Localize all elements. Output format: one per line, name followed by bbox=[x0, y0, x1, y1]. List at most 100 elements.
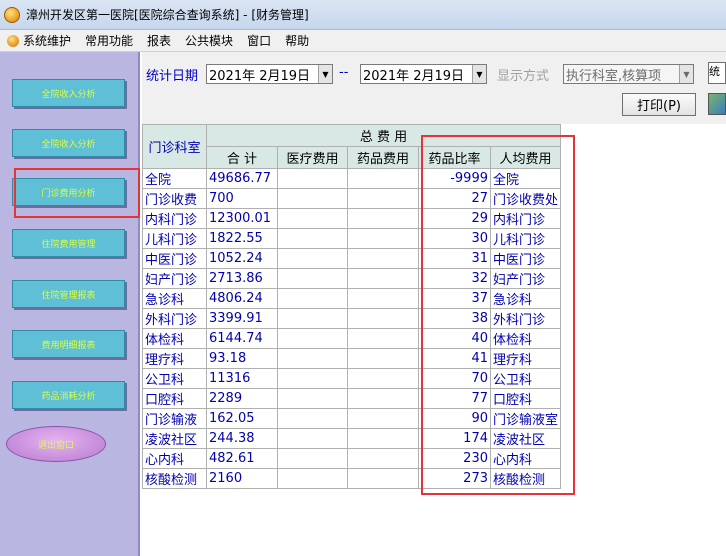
medical-cell[interactable] bbox=[277, 428, 348, 449]
medical-cell[interactable] bbox=[277, 388, 348, 409]
total-cell[interactable]: 1822.55 bbox=[206, 228, 278, 249]
medical-cell[interactable] bbox=[277, 268, 348, 289]
drug-cell[interactable] bbox=[347, 368, 419, 389]
dept-cell[interactable]: 核酸检测 bbox=[142, 468, 207, 489]
medical-cell[interactable] bbox=[277, 188, 348, 209]
dept-cell[interactable]: 中医门诊 bbox=[142, 248, 207, 269]
medical-cell[interactable] bbox=[277, 288, 348, 309]
sidebar-button-1[interactable]: 全院收入分析 bbox=[12, 79, 125, 107]
sidebar-button-6[interactable]: 费用明细报表 bbox=[12, 330, 125, 358]
drug-cell[interactable] bbox=[347, 468, 419, 489]
total-cell[interactable]: 93.18 bbox=[206, 348, 278, 369]
medical-cell[interactable] bbox=[277, 468, 348, 489]
total-cell[interactable]: 4806.24 bbox=[206, 288, 278, 309]
dept-cell[interactable]: 妇产门诊 bbox=[142, 268, 207, 289]
total-cell[interactable]: 1052.24 bbox=[206, 248, 278, 269]
total-cell[interactable]: 2713.86 bbox=[206, 268, 278, 289]
end-date-picker[interactable]: 2021年 2月19日 ▼ bbox=[360, 64, 487, 84]
menu-system[interactable]: 系统维护 bbox=[0, 30, 78, 52]
drug-cell[interactable] bbox=[347, 448, 419, 469]
dept-cell[interactable]: 外科门诊 bbox=[142, 308, 207, 329]
dept-cell[interactable]: 体检科 bbox=[142, 328, 207, 349]
col-header-medical[interactable]: 医疗费用 bbox=[277, 146, 348, 169]
drug-cell[interactable] bbox=[347, 168, 419, 189]
sidebar: 全院收入分析 全院收入分析 门诊费用分析 住院费用管理 住院管理报表 费用明细报… bbox=[0, 52, 140, 556]
drug-cell[interactable] bbox=[347, 248, 419, 269]
medical-cell[interactable] bbox=[277, 228, 348, 249]
menu-window[interactable]: 窗口 bbox=[240, 30, 278, 52]
drug-cell[interactable] bbox=[347, 408, 419, 429]
medical-cell[interactable] bbox=[277, 448, 348, 469]
date-label: 统计日期 bbox=[146, 69, 199, 84]
menu-common[interactable]: 常用功能 bbox=[78, 30, 140, 52]
start-date-dropdown-icon[interactable]: ▼ bbox=[318, 65, 332, 83]
total-cell[interactable]: 6144.74 bbox=[206, 328, 278, 349]
print-button[interactable]: 打印(P) bbox=[622, 93, 696, 116]
mode-select[interactable]: 执行科室,核算项 ▼ bbox=[563, 64, 694, 84]
toolbar: 统计日期 2021年 2月19日 ▼ -- 2021年 2月19日 ▼ 显示方式… bbox=[142, 52, 726, 124]
medical-cell[interactable] bbox=[277, 168, 348, 189]
menu-help[interactable]: 帮助 bbox=[278, 30, 316, 52]
drug-cell[interactable] bbox=[347, 348, 419, 369]
medical-cell[interactable] bbox=[277, 248, 348, 269]
drug-cell[interactable] bbox=[347, 428, 419, 449]
total-cell[interactable]: 700 bbox=[206, 188, 278, 209]
sidebar-button-2[interactable]: 全院收入分析 bbox=[12, 129, 125, 157]
medical-cell[interactable] bbox=[277, 328, 348, 349]
export-icon[interactable] bbox=[708, 93, 726, 115]
menu-public[interactable]: 公共模块 bbox=[178, 30, 240, 52]
dept-cell[interactable]: 全院 bbox=[142, 168, 207, 189]
total-cell[interactable]: 162.05 bbox=[206, 408, 278, 429]
drug-cell[interactable] bbox=[347, 228, 419, 249]
total-cell[interactable]: 3399.91 bbox=[206, 308, 278, 329]
drug-cell[interactable] bbox=[347, 208, 419, 229]
mode-dropdown-icon[interactable]: ▼ bbox=[679, 65, 693, 83]
drug-cell[interactable] bbox=[347, 308, 419, 329]
dept-cell[interactable]: 理疗科 bbox=[142, 348, 207, 369]
edge-button[interactable]: 统 bbox=[708, 62, 726, 84]
sidebar-button-4[interactable]: 住院费用管理 bbox=[12, 229, 125, 257]
drug-cell[interactable] bbox=[347, 328, 419, 349]
menu-bar: 系统维护 常用功能 报表 公共模块 窗口 帮助 bbox=[0, 30, 726, 52]
dept-cell[interactable]: 心内科 bbox=[142, 448, 207, 469]
medical-cell[interactable] bbox=[277, 308, 348, 329]
data-grid-area: 门诊科室 总 费 用 合 计 医疗费用 药品费用 药品比率 人均费用 全院 496… bbox=[142, 124, 726, 556]
highlight-sidebar-box bbox=[14, 168, 140, 218]
dept-header[interactable]: 门诊科室 bbox=[142, 124, 207, 169]
medical-cell[interactable] bbox=[277, 208, 348, 229]
drug-cell[interactable] bbox=[347, 288, 419, 309]
medical-cell[interactable] bbox=[277, 348, 348, 369]
col-header-drug[interactable]: 药品费用 bbox=[347, 146, 419, 169]
date-separator: -- bbox=[339, 65, 349, 80]
menu-report[interactable]: 报表 bbox=[140, 30, 178, 52]
medical-cell[interactable] bbox=[277, 408, 348, 429]
sidebar-button-5[interactable]: 住院管理报表 bbox=[12, 280, 125, 308]
exit-oval-button[interactable]: 退出窗口 bbox=[6, 426, 106, 462]
dept-cell[interactable]: 门诊输液 bbox=[142, 408, 207, 429]
dept-cell[interactable]: 急诊科 bbox=[142, 288, 207, 309]
start-date-picker[interactable]: 2021年 2月19日 ▼ bbox=[206, 64, 333, 84]
col-header-total[interactable]: 合 计 bbox=[206, 146, 278, 169]
dept-cell[interactable]: 内科门诊 bbox=[142, 208, 207, 229]
dept-cell[interactable]: 门诊收费 bbox=[142, 188, 207, 209]
dept-cell[interactable]: 凌波社区 bbox=[142, 428, 207, 449]
dept-cell[interactable]: 儿科门诊 bbox=[142, 228, 207, 249]
highlight-column-box bbox=[421, 135, 575, 495]
total-cell[interactable]: 11316 bbox=[206, 368, 278, 389]
sidebar-button-7[interactable]: 药品消耗分析 bbox=[12, 381, 125, 409]
total-cell[interactable]: 49686.77 bbox=[206, 168, 278, 189]
dept-cell[interactable]: 公卫科 bbox=[142, 368, 207, 389]
app-icon bbox=[4, 6, 20, 23]
total-cell[interactable]: 2160 bbox=[206, 468, 278, 489]
total-cell[interactable]: 12300.01 bbox=[206, 208, 278, 229]
medical-cell[interactable] bbox=[277, 368, 348, 389]
total-cell[interactable]: 482.61 bbox=[206, 448, 278, 469]
total-cell[interactable]: 244.38 bbox=[206, 428, 278, 449]
end-date-dropdown-icon[interactable]: ▼ bbox=[472, 65, 486, 83]
drug-cell[interactable] bbox=[347, 188, 419, 209]
drug-cell[interactable] bbox=[347, 388, 419, 409]
total-cell[interactable]: 2289 bbox=[206, 388, 278, 409]
dept-cell[interactable]: 口腔科 bbox=[142, 388, 207, 409]
drug-cell[interactable] bbox=[347, 268, 419, 289]
window-title: 漳州开发区第一医院[医院综合查询系统] - [财务管理] bbox=[26, 8, 309, 22]
